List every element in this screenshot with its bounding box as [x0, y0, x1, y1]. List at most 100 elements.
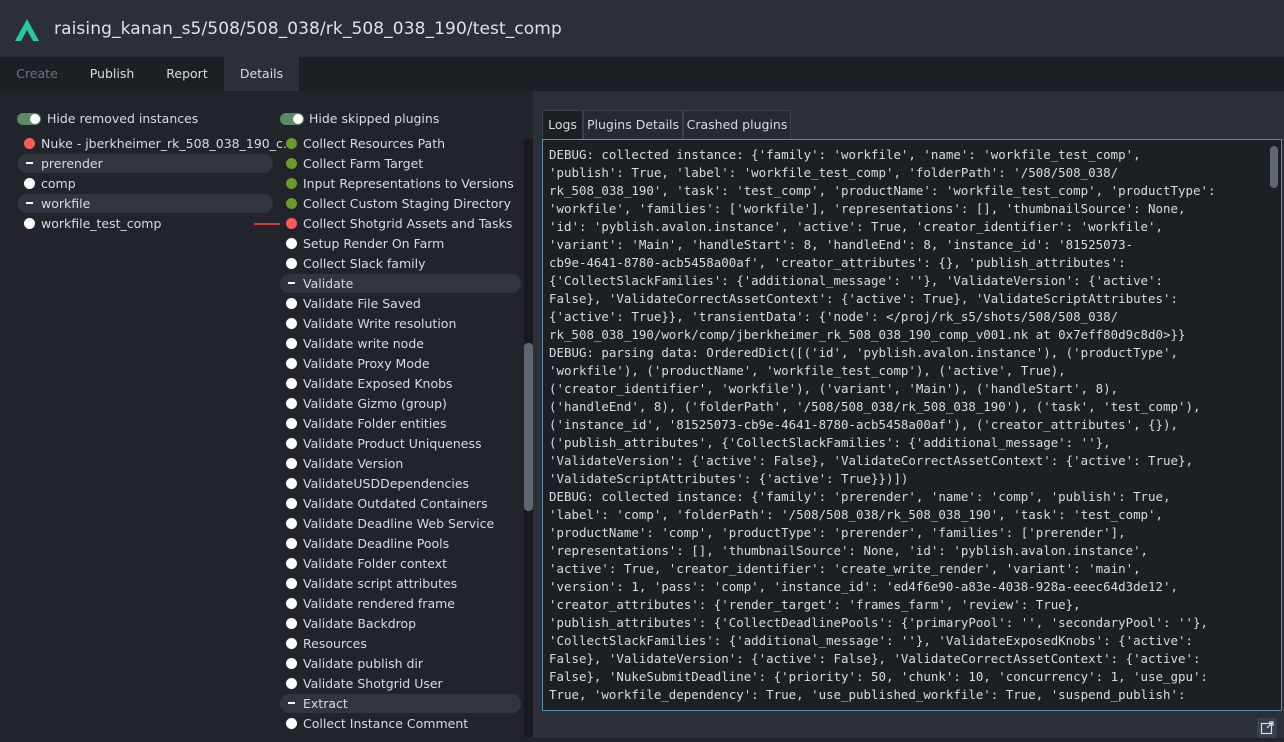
tab-plugins-details[interactable]: Plugins Details: [583, 110, 683, 139]
status-dot-icon: [286, 718, 297, 729]
plugin-label: Setup Render On Farm: [303, 236, 445, 251]
tab-report[interactable]: Report: [150, 57, 224, 91]
plugin-item[interactable]: Validate Exposed Knobs: [280, 374, 521, 393]
status-dot-icon: [286, 178, 297, 189]
plugin-label: Input Representations to Versions: [303, 176, 514, 191]
instance-group-header[interactable]: prerender: [18, 154, 273, 173]
plugin-item[interactable]: Validate Folder entities: [280, 414, 521, 433]
status-dot-icon: [286, 218, 297, 229]
status-dot-icon: [286, 558, 297, 569]
hide-removed-label: Hide removed instances: [47, 111, 199, 126]
hide-skipped-toggle[interactable]: [280, 113, 304, 125]
plugin-label: Collect Farm Target: [303, 156, 424, 171]
plugin-item[interactable]: Validate Version: [280, 454, 521, 473]
plugin-label: Validate write node: [303, 336, 424, 351]
plugin-item[interactable]: Validate Shotgrid User: [280, 674, 521, 693]
status-dot-icon: [286, 258, 297, 269]
plugin-item[interactable]: Validate Write resolution: [280, 314, 521, 333]
plugin-label: Validate Write resolution: [303, 316, 457, 331]
tab-create[interactable]: Create: [0, 57, 74, 91]
plugin-group-header[interactable]: Extract: [280, 694, 521, 713]
plugin-item[interactable]: Validate Deadline Pools: [280, 534, 521, 553]
plugin-group-header[interactable]: Validate: [280, 274, 521, 293]
plugin-label: Extract: [303, 696, 348, 711]
tab-details[interactable]: Details: [224, 57, 299, 91]
details-page: Hide removed instances Hide skipped plug…: [0, 91, 1284, 738]
plugin-item[interactable]: Collect Custom Staging Directory: [280, 194, 521, 213]
plugin-label: Collect Slack family: [303, 256, 426, 271]
log-scrollbar-thumb[interactable]: [1270, 146, 1278, 188]
instance-item[interactable]: comp: [18, 174, 273, 193]
instance-label: Nuke - jberkheimer_rk_508_038_190_c...: [41, 136, 295, 151]
plugin-item[interactable]: Collect Instance Comment: [280, 714, 521, 733]
plugin-item[interactable]: Validate Gizmo (group): [280, 394, 521, 413]
plugin-item[interactable]: Collect Shotgrid Assets and Tasks: [280, 214, 521, 233]
instance-label: workfile: [41, 196, 91, 211]
plugin-label: Validate Backdrop: [303, 616, 417, 631]
expand-icon: [1260, 721, 1274, 735]
plugin-item[interactable]: Resources: [280, 634, 521, 653]
collapse-dash-icon: [26, 202, 33, 204]
failed-plugin-connector: [254, 223, 280, 225]
status-dot-icon: [286, 578, 297, 589]
status-dot-icon: [286, 658, 297, 669]
ayon-logo-icon: [15, 19, 39, 41]
plugin-label: Validate rendered frame: [303, 596, 455, 611]
log-text: DEBUG: collected instance: {'family': 'w…: [549, 147, 1216, 702]
plugin-label: Validate Shotgrid User: [303, 676, 443, 691]
title-bar: raising_kanan_s5/508/508_038/rk_508_038_…: [0, 0, 1284, 57]
instance-item[interactable]: Nuke - jberkheimer_rk_508_038_190_c...: [18, 134, 295, 153]
plugin-label: Validate Exposed Knobs: [303, 376, 453, 391]
status-dot-icon: [286, 438, 297, 449]
instance-label: comp: [41, 176, 76, 191]
status-dot-icon: [286, 498, 297, 509]
instance-group-header[interactable]: workfile: [18, 194, 273, 213]
plugin-item[interactable]: Collect Slack family: [280, 254, 521, 273]
plugin-item[interactable]: Validate rendered frame: [280, 594, 521, 613]
log-view[interactable]: DEBUG: collected instance: {'family': 'w…: [542, 139, 1282, 711]
plugin-item[interactable]: Validate script attributes: [280, 574, 521, 593]
status-dot-icon: [24, 218, 35, 229]
status-dot-icon: [286, 358, 297, 369]
plugin-item[interactable]: Input Representations to Versions: [280, 174, 521, 193]
plugin-item[interactable]: Validate File Saved: [280, 294, 521, 313]
plugin-label: Collect Resources Path: [303, 136, 446, 151]
plugin-item[interactable]: Validate Outdated Containers: [280, 494, 521, 513]
plugin-item[interactable]: Validate write node: [280, 334, 521, 353]
instance-item[interactable]: workfile_test_comp: [18, 214, 273, 233]
plugin-item[interactable]: Validate publish dir: [280, 654, 521, 673]
expand-button[interactable]: [1257, 718, 1277, 738]
hide-removed-toggle[interactable]: [17, 113, 41, 125]
plugin-item[interactable]: ValidateUSDDependencies: [280, 474, 521, 493]
status-dot-icon: [286, 158, 297, 169]
instance-label: prerender: [41, 156, 103, 171]
plugin-item[interactable]: Collect Resources Path: [280, 134, 521, 153]
plugin-label: Validate Proxy Mode: [303, 356, 430, 371]
plugin-label: Resources: [303, 636, 367, 651]
instance-label: workfile_test_comp: [41, 216, 162, 231]
status-dot-icon: [286, 138, 297, 149]
tab-publish[interactable]: Publish: [74, 57, 150, 91]
collapse-dash-icon: [288, 702, 295, 704]
plugin-item[interactable]: Collect Farm Target: [280, 154, 521, 173]
plugin-item[interactable]: Setup Render On Farm: [280, 234, 521, 253]
status-dot-icon: [286, 518, 297, 529]
plugin-label: Validate Folder entities: [303, 416, 447, 431]
plugin-item[interactable]: Validate Product Uniqueness: [280, 434, 521, 453]
status-dot-icon: [286, 398, 297, 409]
status-dot-icon: [286, 638, 297, 649]
tab-crashed-plugins[interactable]: Crashed plugins: [683, 110, 791, 139]
status-dot-icon: [286, 478, 297, 489]
plugin-item[interactable]: Validate Folder context: [280, 554, 521, 573]
plugin-item[interactable]: Validate Deadline Web Service: [280, 514, 521, 533]
status-dot-icon: [286, 458, 297, 469]
plugins-scrollbar-thumb[interactable]: [524, 343, 533, 511]
plugin-item[interactable]: Validate Backdrop: [280, 614, 521, 633]
tab-logs[interactable]: Logs: [542, 110, 583, 139]
plugin-label: Validate Folder context: [303, 556, 448, 571]
plugin-item[interactable]: Validate Proxy Mode: [280, 354, 521, 373]
plugin-label: Validate File Saved: [303, 296, 421, 311]
status-dot-icon: [286, 198, 297, 209]
status-dot-icon: [286, 318, 297, 329]
plugin-label: Validate Deadline Web Service: [303, 516, 495, 531]
